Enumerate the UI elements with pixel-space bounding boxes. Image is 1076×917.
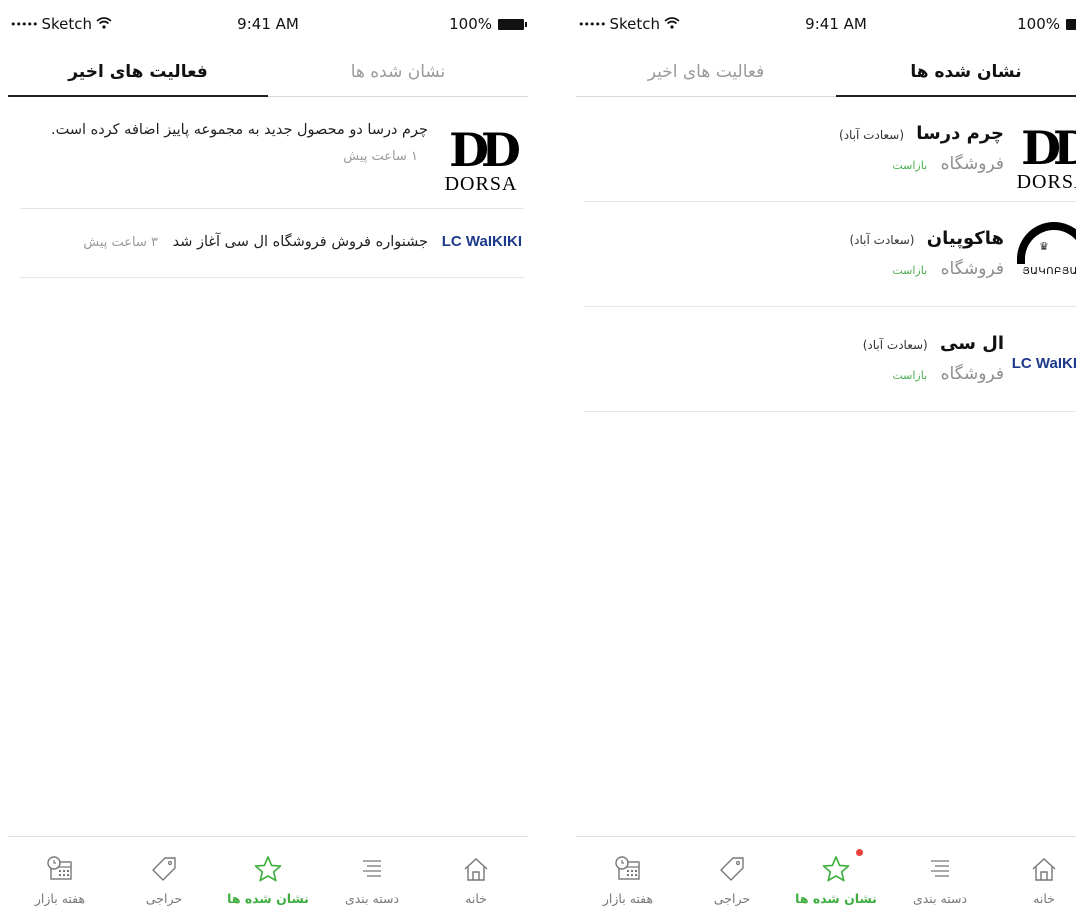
status-badge: بازاست — [892, 264, 928, 277]
battery-percent: 100% — [1017, 15, 1060, 33]
list-item[interactable]: DD DORSA چرم درسا دو محصول جدید به مجموع… — [20, 97, 524, 209]
list-item[interactable]: LC WaIKIKI جشنواره فروش فروشگاه ال سی آغ… — [20, 209, 524, 278]
list-item[interactable]: DD DORSA چرم درسا (سعادت آباد) فروشگاه ب… — [584, 97, 1076, 202]
screen-recent-activity: ••••• Sketch 9:41 AM 100% فعالیت های اخی… — [8, 0, 528, 917]
tab-bookmarked[interactable]: نشان شده ها — [268, 48, 528, 96]
screen-bookmarked: ••••• Sketch 9:41 AM 100% فعالیت های اخی… — [576, 0, 1076, 917]
activity-time: ۱ ساعت پیش — [343, 149, 418, 164]
tab-bar: فعالیت های اخیر نشان شده ها — [8, 48, 528, 97]
activity-list: DD DORSA چرم درسا دو محصول جدید به مجموع… — [8, 97, 528, 278]
status-bar: ••••• Sketch 9:41 AM 100% — [8, 0, 528, 48]
calendar-clock-icon — [43, 853, 77, 885]
nav-home[interactable]: خانه — [424, 837, 528, 917]
tab-recent-activity[interactable]: فعالیت های اخیر — [8, 48, 268, 97]
nav-bookmarked[interactable]: نشان شده ها — [216, 837, 320, 917]
calendar-clock-icon — [611, 853, 645, 885]
status-bar: ••••• Sketch 9:41 AM 100% — [576, 0, 1076, 48]
nav-home[interactable]: خانه — [992, 837, 1076, 917]
nav-categories[interactable]: دسته بندی — [320, 837, 424, 917]
nav-bookmarked[interactable]: نشان شده ها — [784, 837, 888, 917]
tab-recent-activity[interactable]: فعالیت های اخیر — [576, 48, 836, 96]
dorsa-logo: DD DORSA — [444, 123, 521, 195]
store-name: ال سی — [940, 333, 1004, 354]
home-icon — [1027, 853, 1061, 885]
store-name: چرم درسا — [916, 123, 1004, 144]
store-name: هاکوپیان — [926, 228, 1004, 249]
lc-waikiki-logo: LC WaIKIKI — [441, 233, 522, 250]
battery-icon — [1066, 18, 1076, 30]
battery-icon — [498, 18, 527, 30]
activity-text: چرم درسا دو محصول جدید به مجموعه پاییز ا… — [50, 122, 428, 138]
activity-text: جشنواره فروش فروشگاه ال سی آغاز شد — [172, 234, 428, 250]
list-icon — [355, 853, 389, 885]
home-icon — [459, 853, 493, 885]
dorsa-logo: DD DORSA — [1016, 121, 1076, 193]
bottom-nav: هفته بازار حراجی نشان شده ها دسته بندی خ… — [8, 836, 528, 917]
notification-dot — [856, 849, 863, 856]
star-icon — [251, 853, 285, 885]
bookmarked-store-list: DD DORSA چرم درسا (سعادت آباد) فروشگاه ب… — [576, 97, 1076, 412]
nav-market-week[interactable]: هفته بازار — [8, 837, 112, 917]
status-time: 9:41 AM — [805, 15, 867, 33]
nav-market-week[interactable]: هفته بازار — [576, 837, 680, 917]
bottom-nav: هفته بازار حراجی نشان شده ها دسته بندی خ… — [576, 836, 1076, 917]
lc-waikiki-logo: LC WaIKIKI — [1011, 355, 1076, 372]
list-item[interactable]: LC WaIKIKI ال سی (سعادت آباد) فروشگاه با… — [584, 307, 1076, 412]
store-type: فروشگاه — [940, 154, 1004, 174]
store-location: (سعادت آباد) — [862, 338, 928, 352]
store-location: (سعادت آباد) — [849, 233, 915, 247]
nav-sale[interactable]: حراجی — [112, 837, 216, 917]
tab-bookmarked[interactable]: نشان شده ها — [836, 48, 1076, 97]
tab-bar: فعالیت های اخیر نشان شده ها — [576, 48, 1076, 97]
list-icon — [923, 853, 957, 885]
list-item[interactable]: ♛ ՅԱԿՈԲՅԱՆ هاکوپیان (سعادت آباد) فروشگاه… — [584, 202, 1076, 307]
status-badge: بازاست — [892, 369, 928, 382]
tag-icon — [147, 853, 181, 885]
activity-time: ۳ ساعت پیش — [83, 235, 158, 250]
hacoupian-logo: ♛ ՅԱԿՈԲՅԱՆ — [1012, 220, 1076, 290]
battery-percent: 100% — [449, 15, 492, 33]
tag-icon — [715, 853, 749, 885]
store-type: فروشگاه — [940, 364, 1004, 384]
status-badge: بازاست — [892, 159, 928, 172]
nav-categories[interactable]: دسته بندی — [888, 837, 992, 917]
store-type: فروشگاه — [940, 259, 1004, 279]
nav-sale[interactable]: حراجی — [680, 837, 784, 917]
store-location: (سعادت آباد) — [839, 128, 905, 142]
star-icon — [819, 853, 853, 885]
